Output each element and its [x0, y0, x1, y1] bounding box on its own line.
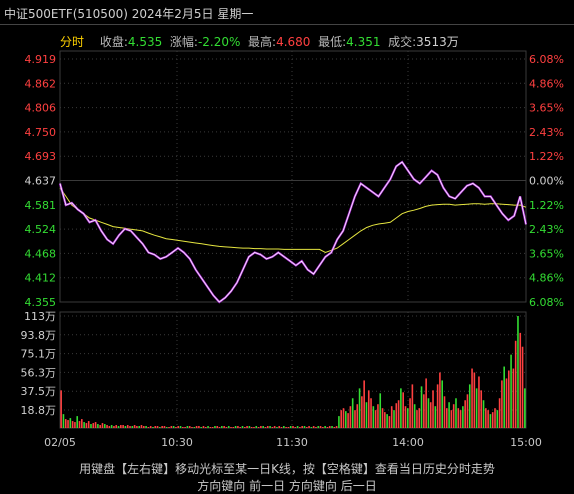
price-tick-label: 4.693	[25, 150, 57, 163]
title-divider	[0, 24, 574, 25]
percent-tick-label: 0.00%	[529, 175, 564, 188]
percent-tick-label: 6.08%	[529, 296, 564, 309]
percent-tick-label: 1.22%	[529, 150, 564, 163]
volume-tick-label: 18.8万	[21, 404, 57, 417]
percent-tick-label: 3.65%	[529, 247, 564, 260]
price-tick-label: 4.581	[25, 199, 57, 212]
chart-grid	[0, 24, 574, 429]
volume-axis: 113万 93.8万 75.1万 56.3万 37.5万 18.8万	[21, 310, 57, 417]
price-line	[59, 161, 527, 303]
time-tick-label: 02/05	[44, 436, 76, 449]
volume-tick-label: 37.5万	[21, 385, 57, 398]
price-tick-label: 4.468	[25, 247, 57, 260]
percent-tick-label: 1.22%	[529, 199, 564, 212]
time-axis: 02/05 10:30 11:30 14:00 15:00	[44, 436, 542, 449]
keyboard-hint: 用键盘【左右键】移动光标至某一日K线，按【空格键】查看当日历史分时走势	[79, 462, 495, 476]
time-tick-label: 14:00	[392, 436, 424, 449]
volume-tick-label: 56.3万	[21, 366, 57, 379]
percent-axis: 6.08% 4.86% 3.65% 2.43% 1.22% 0.00% 1.22% 2.43%…	[529, 53, 564, 309]
time-tick-label: 10:30	[161, 436, 193, 449]
percent-tick-label: 4.86%	[529, 272, 564, 285]
volume-tick-label: 113万	[24, 310, 56, 323]
time-tick-label: 11:30	[276, 436, 308, 449]
price-tick-label: 4.919	[25, 53, 57, 66]
price-tick-label: 4.637	[25, 175, 57, 188]
time-tick-label: 15:00	[510, 436, 542, 449]
price-lines	[58, 160, 528, 304]
percent-tick-label: 2.43%	[529, 126, 564, 139]
volume-tick-label: 75.1万	[21, 348, 57, 361]
percent-tick-label: 4.86%	[529, 77, 564, 90]
price-line-glow	[58, 160, 528, 304]
percent-tick-label: 2.43%	[529, 223, 564, 236]
volume-tick-label: 93.8万	[21, 329, 57, 342]
price-axis: 4.919 4.862 4.806 4.750 4.693 4.637 4.581 4.524…	[25, 53, 57, 309]
price-tick-label: 4.750	[25, 126, 57, 139]
percent-tick-label: 6.08%	[529, 53, 564, 66]
price-tick-label: 4.524	[25, 223, 57, 236]
price-tick-label: 4.412	[25, 272, 57, 285]
percent-tick-label: 3.65%	[529, 102, 564, 115]
price-tick-label: 4.862	[25, 77, 57, 90]
price-tick-label: 4.806	[25, 102, 57, 115]
price-tick-label: 4.355	[25, 296, 57, 309]
intraday-chart[interactable]: 4.919 4.862 4.806 4.750 4.693 4.637 4.581 4.524…	[0, 0, 574, 482]
keyboard-hint-2: 方向键向 前一日 方向键向 后一日	[197, 479, 377, 493]
